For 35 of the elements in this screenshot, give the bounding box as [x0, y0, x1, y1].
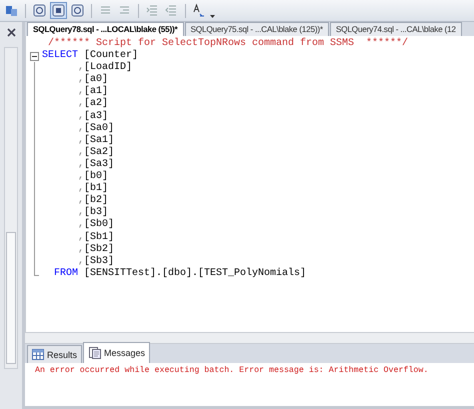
code-line: ,[Sb3] [77, 256, 114, 268]
document-tab[interactable]: SQLQuery78.sql - ...LOCAL\blake (55))* [27, 22, 184, 36]
code-line: ,[b3] [77, 207, 108, 218]
document-tab[interactable]: SQLQuery75.sql - ...CAL\blake (125))* [184, 22, 329, 36]
code-line: ,[LoadID] [77, 62, 132, 74]
code-comment: /****** Script for SelectTopNRows command from SSMS ******/ [48, 38, 408, 50]
code-line: ,[Sa1] [77, 134, 114, 146]
code-line: ,[a3] [77, 110, 108, 122]
code-line: ,[b0] [77, 171, 108, 182]
collapse-icon[interactable] [30, 52, 39, 62]
code-line: ,[a1] [77, 86, 108, 98]
document-icon [88, 347, 102, 359]
results-tab[interactable]: Results [27, 345, 82, 363]
error-message: An error occurred while executing batch. Error message is: Arithmetic Overflow. [35, 366, 430, 375]
vertical-scrollbar[interactable] [4, 47, 18, 369]
code-line: ,[Sa2] [77, 146, 114, 158]
code-line: ,[Sa0] [77, 122, 114, 134]
code-line: ,[a2] [77, 98, 108, 110]
grid-icon [32, 349, 44, 360]
close-icon[interactable] [6, 28, 16, 37]
code-line: SELECT [Counter] [42, 50, 138, 62]
results-tab[interactable]: Messages [83, 342, 150, 363]
code-line: ,[a0] [77, 74, 108, 86]
code-line: ,[Sb0] [77, 219, 114, 232]
code-line: ,[b2] [77, 195, 108, 206]
code-line: ,[Sb2] [77, 244, 114, 256]
query-icon[interactable] [69, 2, 86, 19]
horizontal-scrollbar[interactable] [25, 332, 474, 344]
code-line: ,[Sa3] [77, 158, 114, 170]
code-line: ,[Sb1] [77, 232, 114, 244]
code-line: ,[b1] [77, 183, 108, 194]
code-line: FROM [SENSITTest].[dbo].[TEST_PolyNomials] [53, 268, 306, 280]
document-tab[interactable]: SQLQuery74.sql - ...CAL\blake (12 [330, 22, 462, 36]
query-icon[interactable] [50, 2, 67, 19]
query-icon[interactable] [31, 2, 48, 19]
